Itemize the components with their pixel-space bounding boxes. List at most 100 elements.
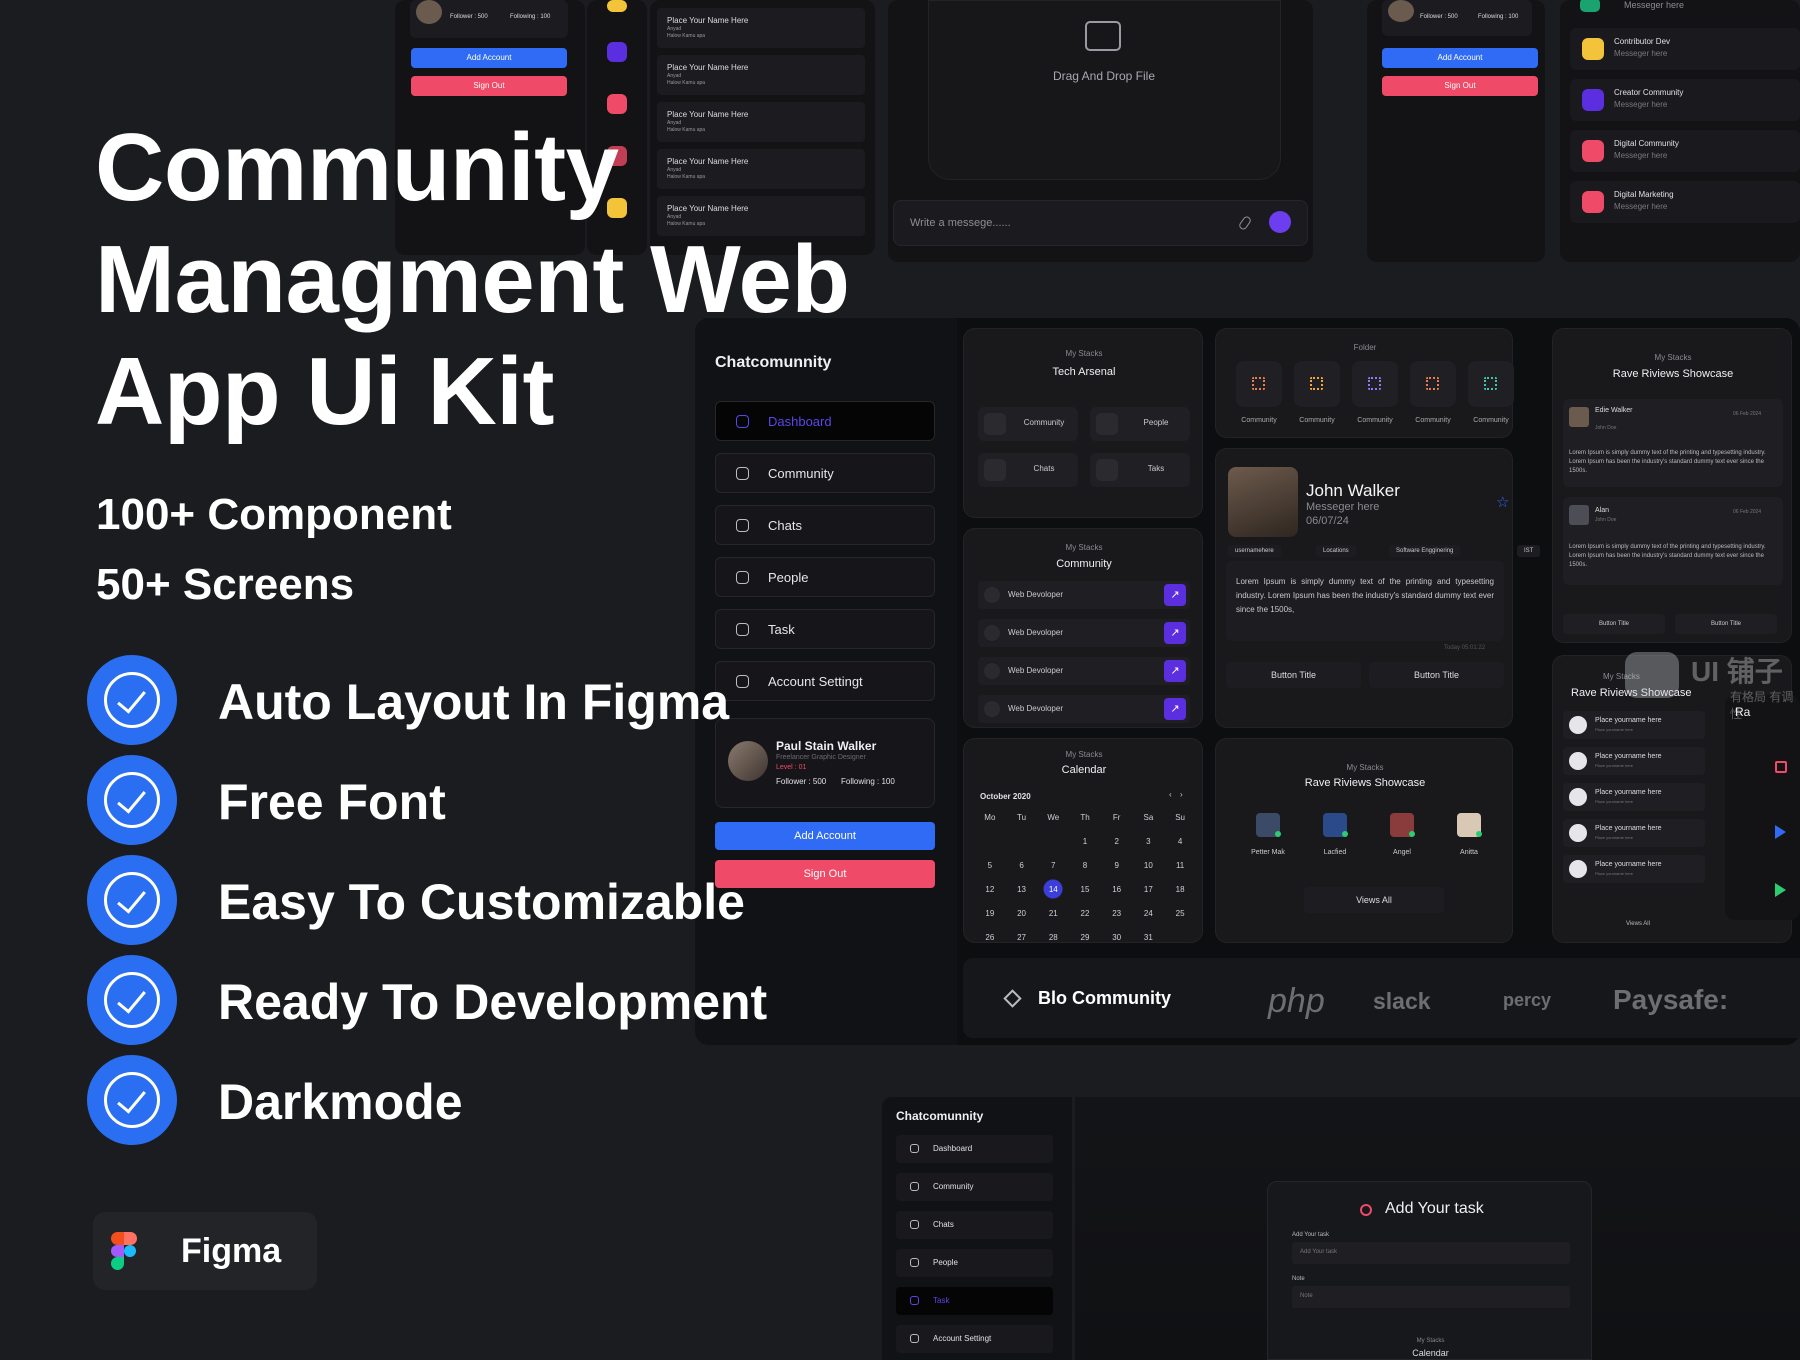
sidebar-item-people[interactable]: People <box>715 557 935 597</box>
calendar-day[interactable]: 27 <box>1006 925 1038 949</box>
yellow-app-icon[interactable] <box>607 0 627 12</box>
prev-month-icon[interactable]: ‹ <box>1169 790 1172 799</box>
calendar-day[interactable]: 15 <box>1069 877 1101 901</box>
calendar-day[interactable]: 22 <box>1069 901 1101 925</box>
calendar-day[interactable]: 8 <box>1069 853 1101 877</box>
folder-item[interactable] <box>1352 361 1398 407</box>
calendar-day[interactable]: 20 <box>1006 901 1038 925</box>
calendar-day[interactable]: 29 <box>1069 925 1101 949</box>
sidebar-item-task[interactable]: Task <box>715 609 935 649</box>
calendar-day[interactable]: 5 <box>974 853 1006 877</box>
review-row[interactable]: Place yourname here Place yourname here <box>1563 783 1705 811</box>
community-item[interactable]: Contributor Dev Messeger here <box>1570 28 1800 70</box>
stack-row[interactable]: Web Devoloper ↗ <box>978 695 1190 723</box>
bottom-nav-item-chats[interactable]: Chats <box>896 1211 1053 1239</box>
green-app-icon[interactable] <box>1580 0 1600 12</box>
calendar-day[interactable]: 23 <box>1101 901 1133 925</box>
stack-item[interactable]: People <box>1090 407 1190 441</box>
sign-out-button[interactable]: Sign Out <box>411 76 567 96</box>
star-icon[interactable]: ☆ <box>1496 493 1509 511</box>
stack-row[interactable]: Web Devoloper ↗ <box>978 657 1190 685</box>
review-row[interactable]: Place yourname here Place yourname here <box>1563 819 1705 847</box>
calendar-day[interactable]: 4 <box>1164 829 1196 853</box>
watermark: UI 铺子 有格局 有调性 <box>1625 648 1800 721</box>
arrow-up-right-icon[interactable]: ↗ <box>1164 698 1186 720</box>
bottom-nav-item-account-settingt[interactable]: Account Settingt <box>896 1325 1053 1353</box>
send-button[interactable] <box>1269 211 1291 233</box>
calendar-day[interactable]: 28 <box>1037 925 1069 949</box>
calendar-day[interactable]: 12 <box>974 877 1006 901</box>
arrow-up-right-icon[interactable]: ↗ <box>1164 660 1186 682</box>
calendar-day[interactable]: 9 <box>1101 853 1133 877</box>
calendar-day[interactable]: 17 <box>1133 877 1165 901</box>
calendar-day[interactable]: 6 <box>1006 853 1038 877</box>
calendar-day[interactable]: 31 <box>1133 925 1165 949</box>
community-item[interactable]: Creator Community Messeger here <box>1570 79 1800 121</box>
red-app-icon[interactable] <box>607 94 627 114</box>
bottom-nav-item-task[interactable]: Task <box>896 1287 1053 1315</box>
add-account-button[interactable]: Add Account <box>1382 48 1538 68</box>
task-input[interactable]: Add Your task <box>1292 1242 1570 1264</box>
bottom-nav-item-people[interactable]: People <box>896 1249 1053 1277</box>
sidebar-item-community[interactable]: Community <box>715 453 935 493</box>
sidebar-item-chats[interactable]: Chats <box>715 505 935 545</box>
sign-out-button[interactable]: Sign Out <box>1382 76 1538 96</box>
stack-item[interactable]: Community <box>978 407 1078 441</box>
folder-item[interactable] <box>1236 361 1282 407</box>
calendar-day[interactable]: 10 <box>1133 853 1165 877</box>
list-item[interactable]: Place Your Name Here Anyad Halow Kamu apa <box>657 8 865 48</box>
bottom-nav-item-dashboard[interactable]: Dashboard <box>896 1135 1053 1163</box>
review-row[interactable]: Place yourname here Place yourname here <box>1563 711 1705 739</box>
calendar-day[interactable]: 11 <box>1164 853 1196 877</box>
action-button-2[interactable]: Button Title <box>1369 662 1504 688</box>
calendar-day[interactable]: 30 <box>1101 925 1133 949</box>
attach-icon[interactable] <box>1237 214 1253 232</box>
calendar-day[interactable]: 25 <box>1164 901 1196 925</box>
list-item[interactable]: Place Your Name Here Anyad Halow Kamu apa <box>657 55 865 95</box>
calendar-day[interactable]: 26 <box>974 925 1006 949</box>
views-all-link[interactable]: Views All <box>1563 921 1713 927</box>
message-input[interactable]: Write a messege...... <box>893 200 1308 246</box>
calendar-day[interactable]: 24 <box>1133 901 1165 925</box>
review-row[interactable]: Place yourname here Place yourname here <box>1563 855 1705 883</box>
arrow-up-right-icon[interactable]: ↗ <box>1164 622 1186 644</box>
folder-item[interactable] <box>1410 361 1456 407</box>
drop-area[interactable]: Drag And Drop File <box>928 0 1281 180</box>
add-account-button[interactable]: Add Account <box>411 48 567 68</box>
play-icon[interactable] <box>1775 825 1786 839</box>
bottom-nav-item-community[interactable]: Community <box>896 1173 1053 1201</box>
nav-label: Task <box>933 1296 950 1305</box>
calendar-day[interactable]: 2 <box>1101 829 1133 853</box>
review-row[interactable]: Place yourname here Place yourname here <box>1563 747 1705 775</box>
calendar-day[interactable]: 13 <box>1006 877 1038 901</box>
calendar-day[interactable]: 3 <box>1133 829 1165 853</box>
community-item[interactable]: Digital Community Messeger here <box>1570 130 1800 172</box>
folder-item[interactable] <box>1468 361 1514 407</box>
kicker: My Stacks <box>1416 1338 1445 1344</box>
stack-item[interactable]: Chats <box>978 453 1078 487</box>
review-button-1[interactable]: Button Title <box>1563 614 1665 634</box>
stack-item[interactable]: Taks <box>1090 453 1190 487</box>
lock-icon[interactable] <box>1775 761 1787 773</box>
calendar-day[interactable]: 18 <box>1164 877 1196 901</box>
stack-row[interactable]: Web Devoloper ↗ <box>978 619 1190 647</box>
calendar-day[interactable]: 21 <box>1037 901 1069 925</box>
day-header: Mo <box>984 812 996 822</box>
calendar-day[interactable]: 14 <box>1037 877 1070 901</box>
arrow-up-right-icon[interactable]: ↗ <box>1164 584 1186 606</box>
community-item[interactable]: Digital Marketing Messeger here <box>1570 181 1800 223</box>
play-icon-green[interactable] <box>1775 883 1786 897</box>
note-input[interactable]: Note <box>1292 1286 1570 1308</box>
calendar-day[interactable]: 16 <box>1101 877 1133 901</box>
stack-row[interactable]: Web Devoloper ↗ <box>978 581 1190 609</box>
tag-chip: IST <box>1517 545 1541 557</box>
folder-item[interactable] <box>1294 361 1340 407</box>
next-month-icon[interactable]: › <box>1180 790 1183 799</box>
review-button-2[interactable]: Button Title <box>1675 614 1777 634</box>
calendar-day[interactable]: 7 <box>1037 853 1069 877</box>
calendar-day[interactable]: 19 <box>974 901 1006 925</box>
calendar-day[interactable]: 1 <box>1069 829 1101 853</box>
views-all-button[interactable]: Views All <box>1304 887 1444 913</box>
purple-app-icon[interactable] <box>607 42 627 62</box>
action-button-1[interactable]: Button Title <box>1226 662 1361 688</box>
